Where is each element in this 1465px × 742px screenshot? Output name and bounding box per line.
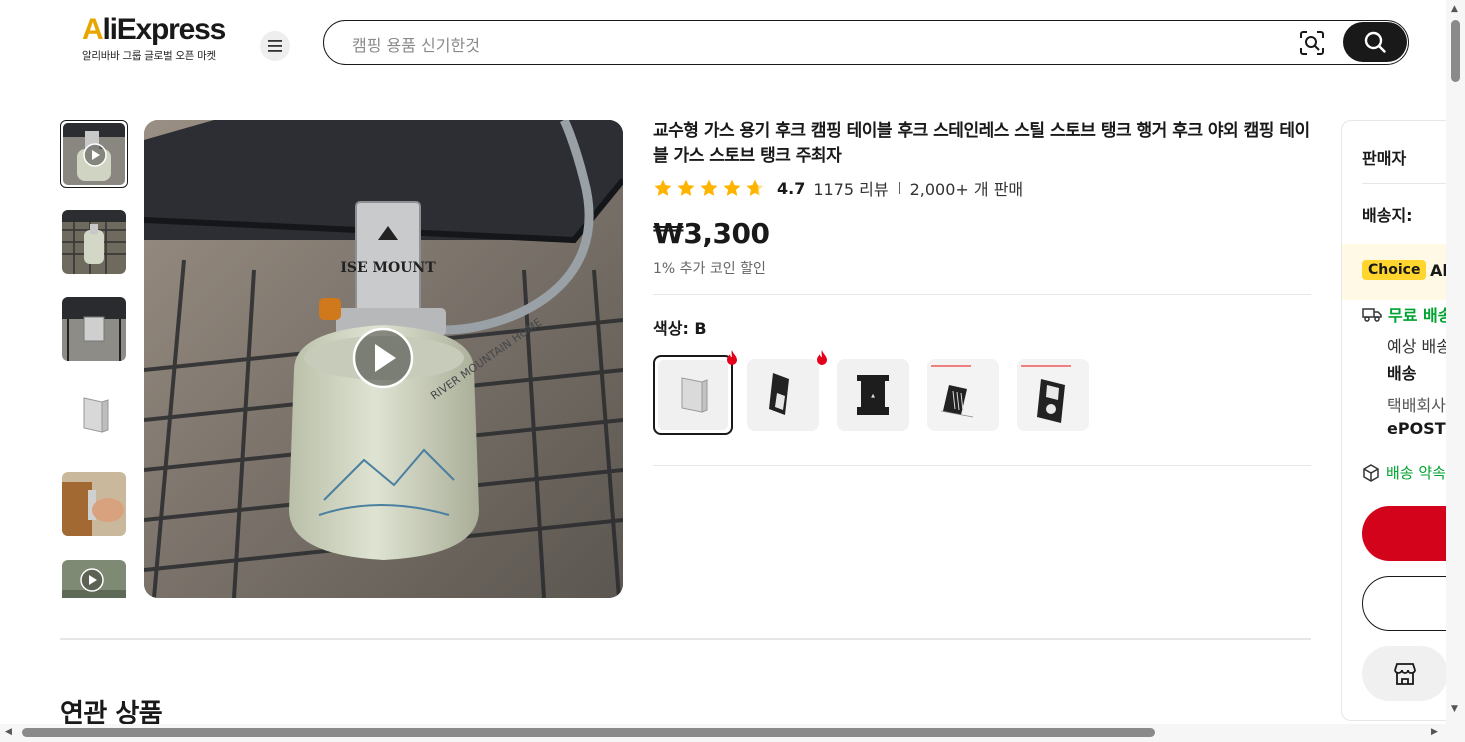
- separator: [898, 182, 900, 194]
- thumbnail-video-1[interactable]: [60, 120, 128, 188]
- thumbnail-4[interactable]: [62, 384, 126, 448]
- star-icon: [654, 179, 672, 196]
- thumbnail-image: [62, 297, 126, 361]
- star-icon: [677, 179, 695, 196]
- color-swatch-a[interactable]: [747, 359, 819, 431]
- store-button[interactable]: [1362, 646, 1448, 701]
- buy-now-button[interactable]: [1362, 506, 1451, 561]
- star-rating: [653, 178, 765, 198]
- image-search-button[interactable]: [1299, 30, 1325, 56]
- logo-text-rest: liExpress: [102, 13, 226, 46]
- horizontal-scroll-thumb[interactable]: [22, 728, 1155, 737]
- hamburger-icon: [268, 40, 282, 52]
- courier-label: 택배회사: [1387, 396, 1446, 415]
- main-product-image[interactable]: ISE MOUNT RIVER MOUNTAIN HOME: [144, 120, 623, 598]
- logo-wordmark: AliExpress: [82, 13, 226, 46]
- review-count-link[interactable]: 1175 리뷰: [813, 176, 888, 200]
- delivery-promise-row[interactable]: 배송 약속: [1362, 462, 1446, 483]
- color-swatch-e[interactable]: [1017, 359, 1089, 431]
- color-swatch-d[interactable]: [927, 359, 999, 431]
- scroll-right-arrow-icon[interactable]: ▶: [1431, 727, 1438, 737]
- rating-row[interactable]: 4.7 1175 리뷰 2,000+ 개 판매: [653, 177, 1023, 199]
- purchase-side-panel: 판매자 배송지: Choice Al 무료 배송 예상 배송 배송 택배회사 e…: [1341, 120, 1451, 721]
- thumbnail-image: [62, 210, 126, 274]
- hamburger-menu-button[interactable]: [260, 31, 290, 61]
- vertical-scroll-thumb[interactable]: [1451, 20, 1460, 82]
- delivery-promise-text: 배송 약속: [1386, 464, 1446, 482]
- eta-text: 예상 배송: [1387, 337, 1451, 356]
- product-title: 교수형 가스 용기 후크 캠핑 테이블 후크 스테인레스 스틸 스토브 탱크 행…: [653, 121, 1310, 166]
- product-price: ₩3,300: [653, 217, 770, 250]
- swatch-image: [658, 360, 728, 430]
- seller-label[interactable]: 판매자: [1362, 145, 1406, 169]
- search-icon: [1364, 31, 1386, 53]
- rating-value: 4.7: [777, 178, 806, 198]
- truck-icon: [1362, 308, 1382, 322]
- search-button[interactable]: [1343, 22, 1407, 62]
- scroll-up-arrow-icon[interactable]: ▲: [1451, 4, 1458, 14]
- ship-to-label[interactable]: 배송지:: [1362, 202, 1413, 226]
- add-to-cart-button[interactable]: [1362, 576, 1451, 631]
- svg-text:▲: ▲: [871, 393, 875, 399]
- divider: [653, 465, 1311, 466]
- thumbnail-image: [62, 560, 126, 598]
- thumbnail-image: [62, 472, 126, 536]
- thumbnail-strip: [60, 120, 130, 598]
- search-input[interactable]: 캠핑 용품 신기한것: [352, 32, 480, 56]
- divider: [1362, 183, 1451, 184]
- thumbnail-2[interactable]: [62, 210, 126, 274]
- thumbnail-5[interactable]: [62, 472, 126, 536]
- color-label: 색상: B: [653, 319, 707, 338]
- choice-badge: Choice: [1362, 260, 1427, 280]
- divider: [653, 294, 1311, 295]
- aliexpress-logo[interactable]: AliExpress 알리바바 그룹 글로벌 오픈 마켓: [82, 14, 242, 63]
- eta-date: 배송: [1387, 364, 1417, 383]
- horizontal-scrollbar[interactable]: ◀ ▶: [0, 724, 1446, 742]
- thumbnail-image: [63, 123, 125, 185]
- thumbnail-3[interactable]: [62, 297, 126, 361]
- store-icon: [1394, 662, 1416, 685]
- free-shipping-text: 무료 배송: [1388, 306, 1451, 325]
- thumbnail-video-6[interactable]: [62, 560, 126, 598]
- hot-fire-icon: [727, 350, 737, 365]
- thumbnail-image: [62, 384, 126, 448]
- image-search-icon: [1300, 31, 1324, 55]
- search-bar[interactable]: 캠핑 용품 신기한것: [323, 20, 1409, 65]
- coin-discount: 1% 추가 코인 할인: [653, 261, 766, 277]
- color-swatch-c[interactable]: ▲: [837, 359, 909, 431]
- courier-name: ePOST: [1387, 419, 1446, 438]
- free-shipping-row[interactable]: 무료 배송: [1362, 302, 1451, 326]
- star-icon: [723, 179, 741, 196]
- logo-tagline: 알리바바 그룹 글로벌 오픈 마켓: [82, 50, 216, 62]
- vertical-scrollbar[interactable]: ▲ ▼: [1446, 0, 1465, 742]
- scroll-left-arrow-icon[interactable]: ◀: [5, 727, 12, 737]
- scroll-down-arrow-icon[interactable]: ▼: [1451, 704, 1458, 714]
- sold-count: 2,000+ 개 판매: [909, 180, 1024, 199]
- brand-mark-text: ISE MOUNT: [340, 260, 436, 276]
- color-swatch-b[interactable]: [653, 355, 733, 435]
- star-icon: [700, 179, 718, 196]
- section-divider: [60, 638, 1311, 640]
- star-half-icon: [746, 179, 764, 196]
- shield-box-icon: [1363, 463, 1379, 482]
- hot-fire-icon: [817, 350, 827, 365]
